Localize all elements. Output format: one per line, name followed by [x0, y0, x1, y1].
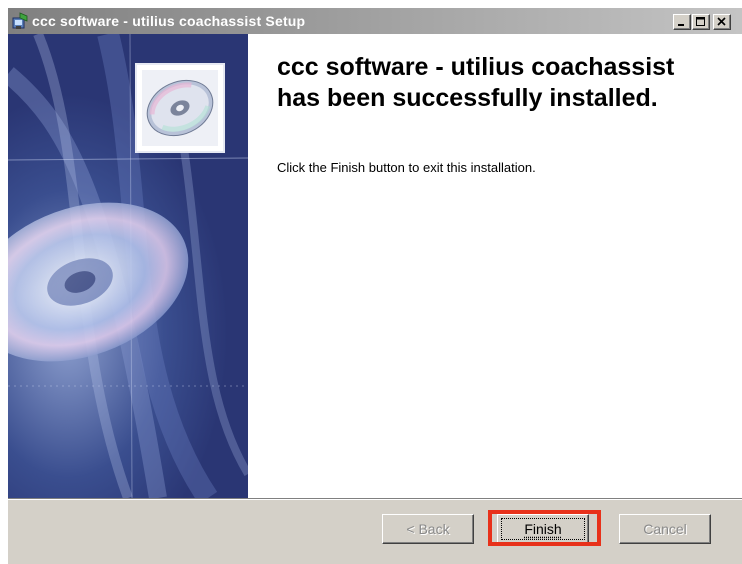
maximize-button[interactable]	[692, 14, 710, 30]
installer-icon	[12, 12, 28, 29]
footer-divider	[8, 498, 742, 500]
completion-message: Click the Finish button to exit this ins…	[277, 160, 536, 175]
close-button[interactable]	[713, 14, 731, 30]
cancel-button[interactable]: Cancel	[619, 514, 711, 544]
banner-artwork	[8, 34, 248, 498]
maximize-icon	[696, 17, 705, 26]
finish-button-label: Finish	[524, 521, 562, 537]
back-button[interactable]: < Back	[382, 514, 474, 544]
minimize-button[interactable]	[673, 14, 691, 30]
completion-heading: ccc software - utilius coachassist has b…	[277, 53, 675, 112]
minimize-icon	[678, 24, 684, 26]
title-bar[interactable]: ccc software - utilius coachassist Setup	[8, 8, 742, 34]
finish-button[interactable]: Finish	[497, 514, 589, 544]
setup-banner-image	[8, 34, 248, 498]
setup-window: ccc software - utilius coachassist Setup	[8, 8, 742, 564]
window-title: ccc software - utilius coachassist Setup	[32, 13, 306, 29]
close-icon	[717, 17, 726, 26]
main-content: ccc software - utilius coachassist has b…	[248, 34, 742, 498]
